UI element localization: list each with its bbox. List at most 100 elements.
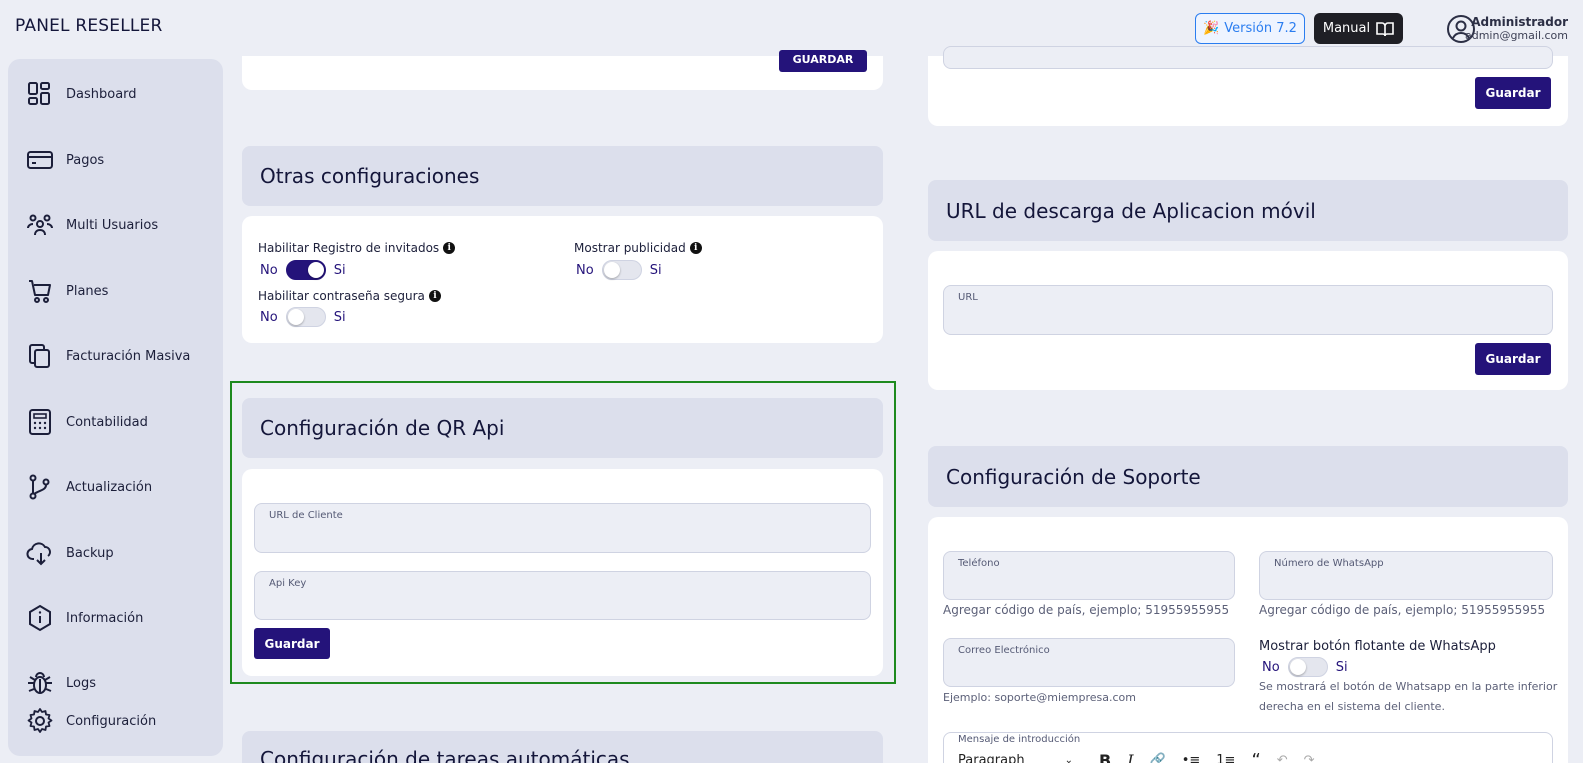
user-name: Administrador	[1471, 15, 1568, 29]
users-icon	[27, 214, 53, 236]
invitados-toggle-row: No Si	[260, 260, 346, 280]
qr-guardar-button[interactable]: Guardar	[254, 628, 330, 659]
qr-header: Configuración de QR Api	[242, 398, 883, 458]
sidebar-item-label: Configuración	[66, 713, 157, 729]
qr-card: URL de Cliente Api Key Guardar	[242, 469, 883, 676]
app-url-guardar-button[interactable]: Guardar	[1475, 343, 1551, 375]
dashboard-icon	[28, 82, 50, 105]
sidebar-item-label: Contabilidad	[66, 414, 148, 430]
publicidad-label-text: Mostrar publicidad	[574, 241, 686, 255]
sidebar-item-facturacion-masiva[interactable]: Facturación Masiva	[26, 341, 190, 371]
info-icon[interactable]: i	[689, 242, 702, 254]
toggle-si-label: Si	[1335, 659, 1348, 675]
sidebar-item-contabilidad[interactable]: Contabilidad	[26, 407, 148, 437]
flotante-hint-1: Se mostrará el botón de Whatsapp en la p…	[1259, 680, 1558, 693]
app-url-card: URL Guardar	[928, 251, 1568, 390]
telefono-hint: Agregar código de país, ejemplo; 5195595…	[943, 603, 1230, 617]
sidebar-item-configuracion[interactable]: Configuración	[26, 706, 156, 736]
correo-input[interactable]: Correo Electrónico	[943, 638, 1235, 687]
calculator-icon	[29, 409, 51, 435]
app-url-label: URL	[958, 292, 978, 303]
user-info[interactable]: Administrador admin@gmail.com	[1464, 15, 1568, 43]
guardar-top-button[interactable]: GUARDAR	[779, 50, 867, 72]
sidebar-item-logs[interactable]: Logs	[26, 668, 96, 698]
sidebar-item-label: Actualización	[66, 479, 153, 495]
sidebar-item-actualizacion[interactable]: Actualización	[26, 472, 152, 502]
publicidad-toggle-row: No Si	[576, 260, 662, 280]
manual-label: Manual	[1322, 21, 1371, 36]
sidebar-item-planes[interactable]: Planes	[26, 276, 108, 306]
toggle-no-label: No	[1262, 659, 1280, 675]
flotante-toggle[interactable]	[1287, 657, 1328, 677]
bullet-list-icon[interactable]: •≡	[1182, 753, 1201, 763]
right-top-guardar-button[interactable]: Guardar	[1475, 77, 1551, 109]
flotante-toggle-row: No Si	[1262, 657, 1348, 677]
undo-icon[interactable]: ↶	[1277, 753, 1288, 763]
whatsapp-hint: Agregar código de país, ejemplo; 5195595…	[1259, 603, 1546, 617]
top-partial-card: GUARDAR	[242, 50, 883, 90]
publicidad-toggle[interactable]	[601, 260, 642, 280]
right-top-input[interactable]	[943, 46, 1553, 69]
book-icon	[1376, 21, 1394, 36]
sidebar-item-label: Planes	[66, 283, 109, 299]
soporte-title: Configuración de Soporte	[946, 465, 1201, 489]
soporte-card: Teléfono Agregar código de país, ejemplo…	[928, 517, 1568, 763]
sidebar-item-multi-usuarios[interactable]: Multi Usuarios	[26, 210, 158, 240]
api-key-input[interactable]: Api Key	[254, 571, 871, 620]
sidebar-item-pagos[interactable]: Pagos	[26, 145, 104, 175]
whatsapp-input[interactable]: Número de WhatsApp	[1259, 551, 1553, 600]
toggle-no-label: No	[576, 262, 594, 278]
info-icon[interactable]: i	[428, 290, 441, 302]
git-branch-icon	[29, 474, 50, 500]
qr-title: Configuración de QR Api	[260, 416, 505, 440]
tareas-title: Configuración de tareas automáticas	[260, 747, 630, 763]
quote-icon[interactable]: “	[1251, 750, 1260, 763]
numbered-list-icon[interactable]: 1≡	[1216, 753, 1235, 763]
chevron-down-icon: ⌄	[1064, 755, 1073, 763]
paragraph-select[interactable]: Paragraph ⌄	[958, 753, 1073, 763]
user-email: admin@gmail.com	[1464, 29, 1568, 42]
toggle-si-label: Si	[333, 309, 346, 325]
toggle-knob	[307, 262, 324, 278]
sidebar-item-label: Logs	[66, 675, 96, 691]
brand-title: PANEL RESELLER	[15, 16, 163, 36]
info-icon[interactable]: i	[443, 242, 456, 254]
otras-card: Habilitar Registro de invitados i No Si …	[242, 216, 883, 343]
whatsapp-label: Número de WhatsApp	[1274, 558, 1384, 569]
paragraph-label: Paragraph	[958, 753, 1025, 763]
segura-label-text: Habilitar contraseña segura	[258, 289, 425, 303]
invitados-toggle[interactable]	[285, 260, 326, 280]
bug-icon	[28, 672, 52, 694]
app-url-input[interactable]: URL	[943, 285, 1553, 335]
link-icon[interactable]: 🔗	[1150, 753, 1166, 763]
italic-icon[interactable]: I	[1127, 751, 1133, 763]
sidebar-item-label: Multi Usuarios	[66, 217, 159, 233]
redo-icon[interactable]: ↷	[1304, 753, 1315, 763]
api-key-label: Api Key	[269, 578, 307, 589]
gear-icon	[27, 708, 53, 733]
invitados-label: Habilitar Registro de invitados i	[258, 241, 456, 255]
cart-icon	[29, 280, 51, 303]
toggle-knob	[1289, 659, 1306, 675]
toggle-si-label: Si	[333, 262, 346, 278]
sidebar: Dashboard Pagos Multi Usuarios Planes Fa…	[8, 59, 223, 756]
segura-toggle[interactable]	[285, 307, 326, 327]
sidebar-item-label: Pagos	[66, 152, 105, 168]
manual-button[interactable]: Manual	[1314, 13, 1403, 44]
sidebar-item-informacion[interactable]: Información	[26, 603, 143, 633]
bold-icon[interactable]: B	[1099, 751, 1111, 763]
app-url-title: URL de descarga de Aplicacion móvil	[946, 199, 1316, 223]
toggle-knob	[603, 262, 620, 278]
version-button[interactable]: 🎉 Versión 7.2	[1195, 13, 1305, 44]
editor-toolbar: Paragraph ⌄ B I 🔗 •≡ 1≡ “ ↶ ↷	[958, 750, 1315, 763]
telefono-input[interactable]: Teléfono	[943, 551, 1235, 600]
sidebar-item-dashboard[interactable]: Dashboard	[26, 79, 137, 109]
otras-header: Otras configuraciones	[242, 146, 883, 206]
mensaje-label: Mensaje de introducción	[958, 734, 1081, 745]
url-cliente-input[interactable]: URL de Cliente	[254, 503, 871, 553]
telefono-label: Teléfono	[958, 558, 1000, 569]
sidebar-item-backup[interactable]: Backup	[26, 538, 114, 568]
flotante-label: Mostrar botón flotante de WhatsApp	[1259, 639, 1496, 654]
sidebar-item-label: Información	[66, 610, 144, 626]
flotante-hint-2: derecha en el sistema del cliente.	[1259, 700, 1445, 713]
